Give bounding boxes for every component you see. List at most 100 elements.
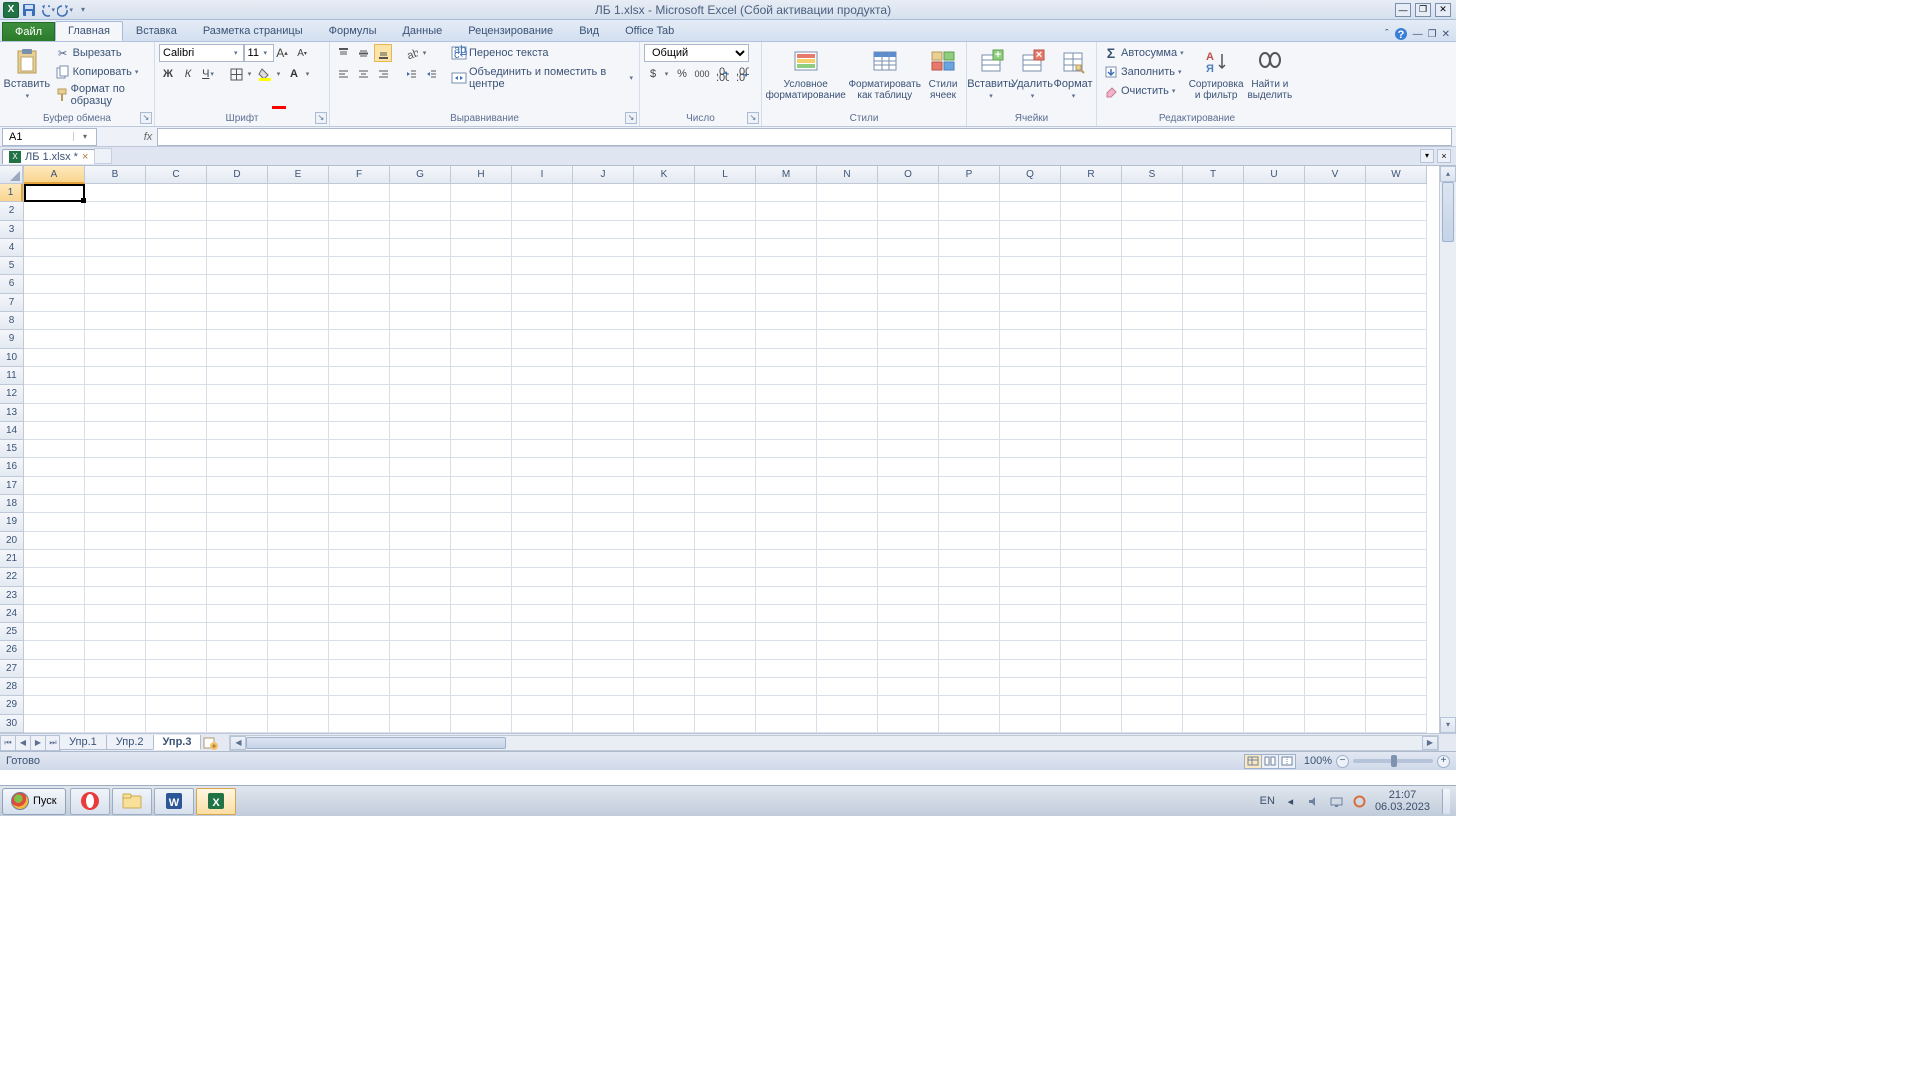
cell[interactable]: [695, 422, 756, 440]
cell[interactable]: [1305, 330, 1366, 348]
cell[interactable]: [1183, 202, 1244, 220]
cell[interactable]: [1244, 349, 1305, 367]
column-header[interactable]: K: [634, 166, 695, 184]
delete-cells-button[interactable]: ×Удалить▾: [1013, 44, 1051, 104]
cell[interactable]: [939, 623, 1000, 641]
cell[interactable]: [939, 477, 1000, 495]
cell[interactable]: [939, 367, 1000, 385]
cell[interactable]: [207, 495, 268, 513]
cell[interactable]: [573, 294, 634, 312]
cell[interactable]: [1366, 294, 1427, 312]
cell[interactable]: [1183, 587, 1244, 605]
cell[interactable]: [85, 239, 146, 257]
cell[interactable]: [24, 440, 85, 458]
cell[interactable]: [695, 202, 756, 220]
cell[interactable]: [817, 605, 878, 623]
cell[interactable]: [207, 715, 268, 733]
cell[interactable]: [1366, 202, 1427, 220]
taskbar-excel[interactable]: X: [196, 788, 236, 815]
cell[interactable]: [85, 257, 146, 275]
increase-indent-button[interactable]: [422, 65, 440, 83]
cell[interactable]: [573, 349, 634, 367]
cell[interactable]: [1000, 349, 1061, 367]
format-painter-button[interactable]: Формат по образцу: [53, 82, 150, 108]
cell[interactable]: [1122, 367, 1183, 385]
cell[interactable]: [878, 385, 939, 403]
cell[interactable]: [1122, 587, 1183, 605]
cell[interactable]: [24, 330, 85, 348]
cell[interactable]: [1000, 312, 1061, 330]
cell[interactable]: [1244, 257, 1305, 275]
cell[interactable]: [817, 312, 878, 330]
cell[interactable]: [634, 532, 695, 550]
column-header[interactable]: W: [1366, 166, 1427, 184]
tab-review[interactable]: Рецензирование: [455, 21, 566, 41]
cell[interactable]: [1366, 367, 1427, 385]
cell[interactable]: [1183, 715, 1244, 733]
cell[interactable]: [329, 623, 390, 641]
cell[interactable]: [146, 275, 207, 293]
cell[interactable]: [756, 440, 817, 458]
cell[interactable]: [756, 275, 817, 293]
cell[interactable]: [1305, 239, 1366, 257]
cell[interactable]: [756, 312, 817, 330]
cell[interactable]: [939, 330, 1000, 348]
cell[interactable]: [634, 404, 695, 422]
cell[interactable]: [329, 550, 390, 568]
cell[interactable]: [24, 385, 85, 403]
column-header[interactable]: C: [146, 166, 207, 184]
font-launcher[interactable]: ↘: [315, 112, 327, 124]
doctab-close-all[interactable]: ×: [1437, 149, 1451, 163]
cell[interactable]: [1244, 385, 1305, 403]
align-center-button[interactable]: [354, 65, 372, 83]
cell[interactable]: [329, 239, 390, 257]
cell[interactable]: [1061, 477, 1122, 495]
cell[interactable]: [634, 385, 695, 403]
cell[interactable]: [451, 641, 512, 659]
cell[interactable]: [207, 532, 268, 550]
cell[interactable]: [1000, 660, 1061, 678]
cell[interactable]: [1000, 367, 1061, 385]
cell[interactable]: [451, 404, 512, 422]
row-header[interactable]: 13: [0, 404, 23, 422]
cell[interactable]: [1000, 696, 1061, 714]
italic-button[interactable]: К: [179, 65, 197, 83]
cell[interactable]: [634, 367, 695, 385]
cell[interactable]: [1183, 184, 1244, 202]
column-header[interactable]: N: [817, 166, 878, 184]
cell[interactable]: [329, 495, 390, 513]
cell[interactable]: [451, 623, 512, 641]
cell[interactable]: [451, 477, 512, 495]
redo-button[interactable]: ▾: [57, 2, 73, 18]
font-name-input[interactable]: [159, 44, 244, 62]
cell[interactable]: [878, 184, 939, 202]
cell[interactable]: [756, 294, 817, 312]
hscroll-thumb[interactable]: [246, 737, 506, 749]
cell[interactable]: [695, 184, 756, 202]
cell[interactable]: [268, 275, 329, 293]
cell[interactable]: [390, 623, 451, 641]
cell[interactable]: [1061, 184, 1122, 202]
document-tab-close[interactable]: ×: [82, 151, 88, 163]
cell[interactable]: [512, 678, 573, 696]
cell[interactable]: [1366, 330, 1427, 348]
cell[interactable]: [1366, 312, 1427, 330]
cell[interactable]: [634, 568, 695, 586]
cell[interactable]: [268, 532, 329, 550]
cell[interactable]: [695, 275, 756, 293]
cell[interactable]: [512, 367, 573, 385]
cell[interactable]: [634, 495, 695, 513]
cell[interactable]: [390, 312, 451, 330]
cell[interactable]: [1183, 349, 1244, 367]
cell[interactable]: [1183, 458, 1244, 476]
cell[interactable]: [207, 458, 268, 476]
cell[interactable]: [1244, 367, 1305, 385]
cell[interactable]: [817, 202, 878, 220]
cell[interactable]: [207, 221, 268, 239]
cell[interactable]: [695, 605, 756, 623]
cell[interactable]: [451, 568, 512, 586]
cell[interactable]: [1183, 623, 1244, 641]
cell[interactable]: [1122, 202, 1183, 220]
cell[interactable]: [207, 184, 268, 202]
cell[interactable]: [268, 294, 329, 312]
